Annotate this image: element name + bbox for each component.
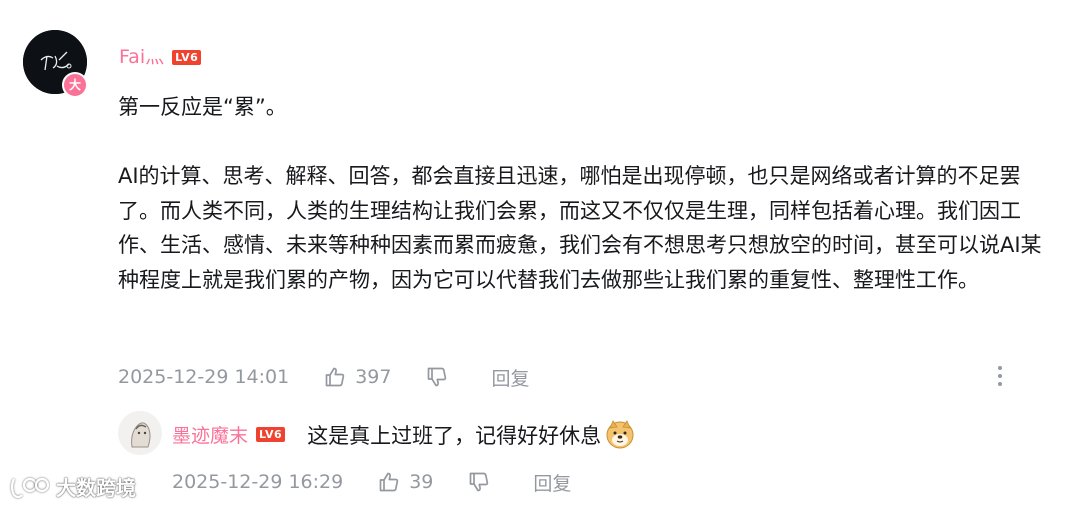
dislike-button[interactable] — [425, 365, 457, 389]
reply-level-badge: LV6 — [256, 426, 286, 442]
username-suffix[interactable]: 灬 — [145, 46, 164, 68]
reply-time: 2025-12-29 16:29 — [172, 471, 344, 493]
reply-text-content: 这是真上过班了，记得好好休息 — [307, 423, 602, 448]
reply-dislike-button[interactable] — [467, 470, 499, 494]
comment-content: 第一反应是“累”。 AI的计算、思考、解释、回答，都会直接且迅速，哪怕是出现停顿… — [118, 90, 1053, 297]
reply-reply-button[interactable]: 回复 — [533, 469, 571, 496]
vip-badge: 大 — [62, 72, 88, 98]
reply-like-button[interactable]: 39 — [377, 470, 433, 494]
thumb-down-icon — [428, 367, 447, 387]
comment-meta: 2025-12-29 14:01 397 回复 — [118, 362, 530, 392]
reply-avatar[interactable] — [118, 411, 162, 455]
reply-row: 墨迹魔末 LV6 这是真上过班了，记得好好休息 — [172, 418, 635, 450]
comment-paragraph: AI的计算、思考、解释、回答，都会直接且迅速，哪怕是出现停顿，也只是网络或者计算… — [118, 164, 1042, 292]
like-count: 397 — [355, 366, 392, 388]
level-badge: LV6 — [172, 50, 202, 65]
comment-paragraph: 第一反应是“累”。 — [118, 95, 287, 119]
doge-emoji — [606, 419, 634, 448]
like-button[interactable]: 397 — [323, 365, 391, 389]
thumb-up-icon — [379, 472, 399, 492]
more-vertical-icon[interactable] — [990, 364, 1010, 388]
reply-like-count: 39 — [409, 471, 434, 493]
comment-username[interactable]: Fai灬 LV6 — [119, 42, 202, 69]
reply-meta: 2025-12-29 16:29 39 回复 — [172, 467, 571, 497]
reply-button[interactable]: 回复 — [491, 364, 529, 391]
thumb-up-icon — [325, 367, 345, 387]
reply-text: 这是真上过班了，记得好好休息 — [307, 419, 635, 450]
comment-time: 2025-12-29 14:01 — [118, 366, 290, 388]
username-text[interactable]: Fai — [119, 46, 145, 68]
watermark: 大数跨境 — [8, 472, 136, 501]
thumb-down-icon — [470, 472, 489, 492]
reply-username[interactable]: 墨迹魔末 — [172, 421, 248, 448]
watermark-text: 大数跨境 — [56, 476, 136, 500]
watermark-logo-icon — [10, 477, 50, 498]
